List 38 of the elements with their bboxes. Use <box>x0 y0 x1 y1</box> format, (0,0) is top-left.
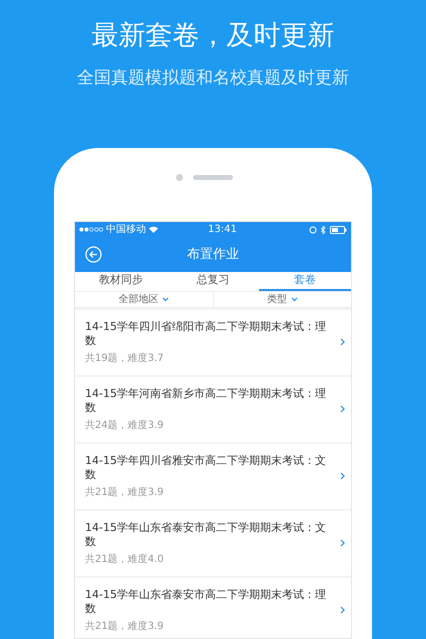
battery-icon <box>330 226 347 234</box>
bluetooth-icon <box>321 226 326 234</box>
paper-card[interactable]: 14-15学年山东省泰安市高二下学期期末考试：理数 共21题，难度3.9 <box>75 578 351 638</box>
speaker-icon <box>193 175 233 180</box>
carrier-name: 中国移动 <box>106 224 146 234</box>
status-time: 13:41 <box>208 224 237 234</box>
headline: 最新套卷，及时更新 <box>92 19 334 53</box>
paper-title: 14-15学年四川省雅安市高二下学期期末考试：文数 <box>85 454 327 482</box>
chevron-right-icon <box>340 606 345 614</box>
camera-icon <box>176 174 183 181</box>
paper-card[interactable]: 14-15学年四川省绵阳市高二下学期期末考试：理数 共19题，难度3.7 <box>75 310 351 374</box>
filter-dropdown[interactable]: 类型 <box>266 292 298 306</box>
paper-meta: 共21题，难度4.0 <box>85 552 165 566</box>
paper-meta: 共24题，难度3.9 <box>85 418 165 432</box>
filter-dropdown[interactable]: 全部地区 <box>118 292 170 306</box>
chevron-right-icon <box>340 472 345 480</box>
paper-title: 14-15学年山东省泰安市高二下学期期末考试：文数 <box>85 520 327 548</box>
signal-icon <box>79 227 103 232</box>
subheadline: 全国真题模拟题和名校真题及时更新 <box>77 67 349 90</box>
wifi-icon <box>149 226 158 233</box>
paper-card[interactable]: 14-15学年山东省泰安市高二下学期期末考试：文数 共21题，难度4.0 <box>75 510 351 576</box>
paper-card[interactable]: 14-15学年河南省新乡市高二下学期期末考试：理数 共24题，难度3.9 <box>75 376 351 442</box>
paper-title: 14-15学年山东省泰安市高二下学期期末考试：理数 <box>85 588 327 616</box>
caret-icon <box>162 296 170 302</box>
paper-meta: 共21题，难度3.9 <box>85 620 165 632</box>
paper-card[interactable]: 14-15学年四川省雅安市高二下学期期末考试：文数 共21题，难度3.9 <box>75 444 351 508</box>
paper-meta: 共21题，难度3.9 <box>85 486 165 498</box>
tab[interactable]: 总复习 <box>167 272 259 290</box>
chevron-right-icon <box>340 338 345 346</box>
paper-title: 14-15学年河南省新乡市高二下学期期末考试：理数 <box>85 386 327 414</box>
tab[interactable]: 教材同步 <box>75 272 167 290</box>
chevron-right-icon <box>340 405 345 413</box>
paper-title: 14-15学年四川省绵阳市高二下学期期末考试：理数 <box>85 320 327 348</box>
back-icon[interactable] <box>85 246 102 263</box>
caret-icon <box>290 296 298 302</box>
page-title: 布置作业 <box>187 246 239 264</box>
paper-meta: 共19题，难度3.7 <box>85 352 165 364</box>
chevron-right-icon <box>340 539 345 547</box>
